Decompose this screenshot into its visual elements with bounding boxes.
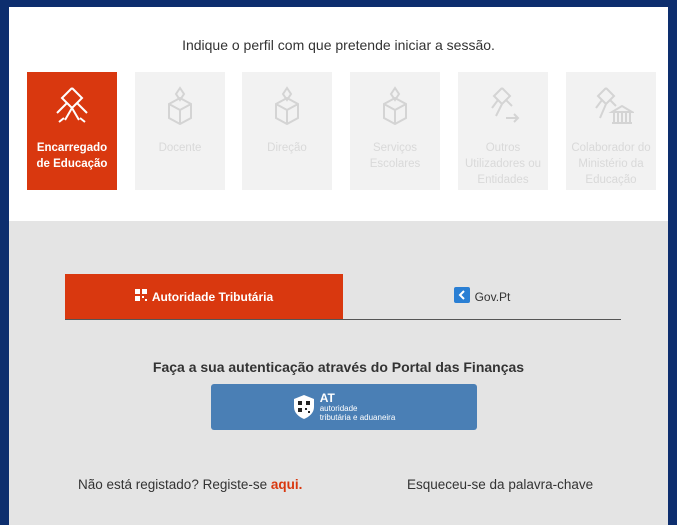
at-brand: AT autoridade tributária e aduaneira	[320, 392, 396, 422]
profile-prompt: Indique o perfil com que pretende inicia…	[182, 37, 495, 53]
tab-gov-pt[interactable]: Gov.Pt	[343, 274, 621, 319]
register-text: Não está registado? Registe-se aqui.	[78, 477, 302, 492]
auth-section: Autoridade Tributária Gov.Pt Faça a sua …	[9, 221, 668, 525]
at-brand-line2: tributária e aduaneira	[319, 413, 396, 422]
docente-icon	[168, 86, 192, 126]
direcao-icon	[275, 86, 299, 126]
auth-instructions: Faça a sua autenticação através do Porta…	[152, 359, 525, 375]
at-brand-line1: autoridade	[319, 404, 358, 413]
tab-label: Gov.Pt	[474, 289, 511, 304]
profile-docente[interactable]: Docente	[135, 72, 225, 190]
encarregado-icon	[56, 87, 88, 123]
profile-ministerio[interactable]: Colaborador do Ministério da Educação	[566, 72, 656, 190]
profile-encarregado[interactable]: Encarregado de Educação	[27, 72, 117, 190]
tab-label: Autoridade Tributária	[151, 289, 274, 304]
outros-icon	[491, 87, 520, 123]
profile-outros[interactable]: Outros Utilizadores ou Entidades	[458, 72, 548, 190]
gov-pt-icon	[453, 287, 470, 306]
tab-autoridade-tributaria[interactable]: Autoridade Tributária	[65, 274, 343, 319]
profile-label: Docente	[158, 142, 202, 154]
register-link[interactable]: aqui.	[271, 477, 303, 492]
profile-label: Outros Utilizadores ou Entidades	[464, 142, 542, 186]
servicos-icon	[383, 86, 407, 126]
at-login-button[interactable]: AT autoridade tributária e aduaneira	[211, 384, 477, 430]
forgot-password-link[interactable]: Esqueceu-se da palavra-chave	[407, 477, 593, 492]
profile-label: Encarregado de Educação	[36, 142, 108, 170]
profile-label: Colaborador do Ministério da Educação	[571, 142, 651, 186]
profile-direcao[interactable]: Direção	[242, 72, 332, 190]
at-brand-title: AT	[319, 391, 335, 405]
qr-icon	[134, 289, 147, 304]
profile-label: Serviços Escolares	[369, 142, 421, 170]
at-logo-icon	[293, 395, 314, 419]
auth-tabs: Autoridade Tributária Gov.Pt	[65, 274, 621, 320]
profile-label: Direção	[267, 142, 307, 154]
profile-servicos[interactable]: Serviços Escolares	[350, 72, 440, 190]
register-prompt: Não está registado? Registe-se	[78, 477, 268, 492]
ministerio-icon	[595, 87, 634, 124]
profile-section: Indique o perfil com que pretende inicia…	[9, 7, 668, 221]
login-panel: Indique o perfil com que pretende inicia…	[9, 7, 668, 525]
